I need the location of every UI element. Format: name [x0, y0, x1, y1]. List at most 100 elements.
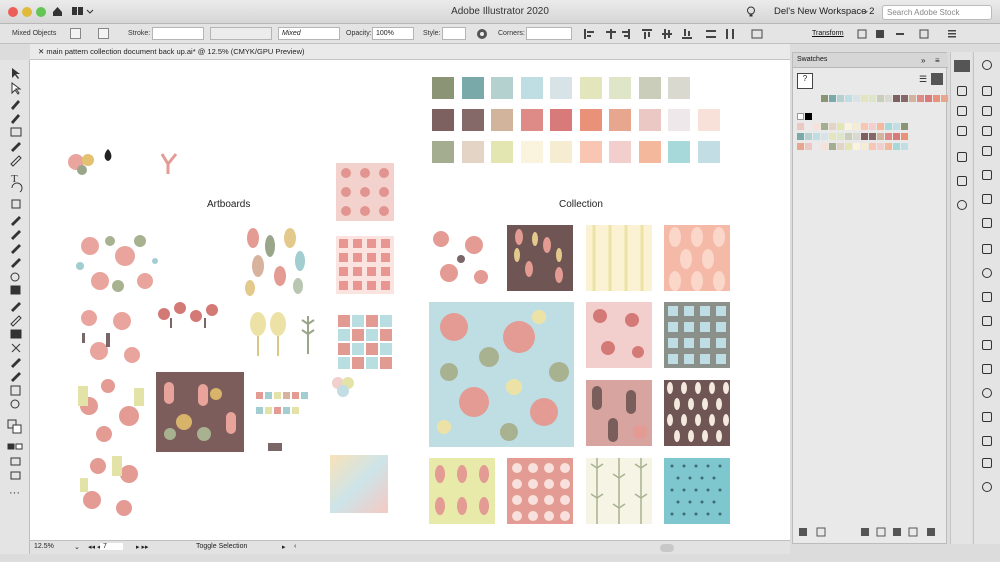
align-icon[interactable]: [982, 170, 992, 180]
libraries-icon[interactable]: [982, 482, 992, 492]
stroke-weight-field[interactable]: [152, 27, 204, 40]
artboard-pattern[interactable]: [336, 236, 394, 294]
artboard-pattern[interactable]: [330, 455, 388, 513]
palette-chip[interactable]: [550, 109, 572, 131]
palette-chip[interactable]: [697, 141, 720, 163]
graphic-style-field[interactable]: [442, 27, 466, 40]
links-chain-icon[interactable]: [982, 458, 992, 468]
palette-chip[interactable]: [520, 141, 543, 163]
palette-chip[interactable]: [668, 77, 690, 99]
lightbulb-icon[interactable]: [746, 6, 756, 18]
transform-icon[interactable]: [982, 126, 992, 136]
swatch[interactable]: [837, 143, 844, 150]
color-themes-icon[interactable]: [982, 436, 992, 446]
palette-chip[interactable]: [609, 141, 631, 163]
swatch[interactable]: [893, 133, 900, 140]
collapse-panel-icon[interactable]: »: [921, 56, 925, 65]
swatch[interactable]: [821, 143, 828, 150]
palette-chip[interactable]: [609, 109, 631, 131]
swatch[interactable]: [853, 143, 860, 150]
align-buttons-icon[interactable]: [582, 28, 792, 40]
artboard-pattern[interactable]: [336, 313, 394, 371]
close-window-button[interactable]: [8, 7, 18, 17]
home-icon[interactable]: [52, 6, 63, 17]
variable-width-field[interactable]: [210, 27, 272, 40]
color-guide-icon[interactable]: [982, 146, 992, 156]
artboard-canvas[interactable]: Artboards Collection: [30, 60, 790, 540]
swatch[interactable]: [845, 143, 852, 150]
motif-flower[interactable]: [66, 146, 98, 178]
swatch[interactable]: [813, 143, 820, 150]
swatch[interactable]: [837, 133, 844, 140]
tool-icons[interactable]: T ···: [0, 64, 30, 534]
swatch[interactable]: [861, 143, 868, 150]
chevron-down-icon[interactable]: ⌄: [74, 543, 80, 551]
swatch[interactable]: [805, 133, 812, 140]
zoom-window-button[interactable]: [36, 7, 46, 17]
swatch[interactable]: [901, 143, 908, 150]
motif-leaf[interactable]: [102, 148, 114, 162]
motif-sprig[interactable]: [156, 150, 182, 176]
opacity-field[interactable]: 100%: [372, 27, 414, 40]
pattern-options-icon[interactable]: [982, 412, 992, 422]
collection-pattern-2[interactable]: [507, 225, 573, 291]
swatch[interactable]: [829, 133, 836, 140]
swatch[interactable]: [885, 95, 892, 102]
motif-circles[interactable]: [330, 373, 356, 399]
palette-chip[interactable]: [550, 141, 572, 163]
swatch[interactable]: [853, 123, 860, 130]
swatch[interactable]: [837, 95, 844, 102]
swatch[interactable]: [837, 123, 844, 130]
swatch[interactable]: [885, 123, 892, 130]
palette-chip[interactable]: [609, 77, 631, 99]
next-artboard-button[interactable]: ▸ ▸▸: [136, 543, 149, 551]
glyphs-icon[interactable]: [982, 316, 992, 326]
paragraph-icon[interactable]: [982, 292, 992, 302]
palette-chip[interactable]: [432, 77, 454, 99]
scrollbar-thumb[interactable]: [660, 544, 674, 552]
swatch[interactable]: [797, 143, 804, 150]
artboard-trees[interactable]: [246, 310, 322, 358]
swatch[interactable]: [933, 95, 940, 102]
swatch[interactable]: [829, 95, 836, 102]
artboard-small-swatches[interactable]: [256, 387, 332, 455]
current-tool-display[interactable]: Toggle Selection: [196, 543, 247, 550]
collection-pattern-11[interactable]: [586, 458, 652, 524]
palette-chip[interactable]: [491, 109, 513, 131]
grid-view-icon[interactable]: [931, 73, 943, 85]
swatch[interactable]: [829, 143, 836, 150]
swatch[interactable]: [901, 133, 908, 140]
swatch[interactable]: [893, 123, 900, 130]
collection-pattern-large[interactable]: [429, 302, 574, 447]
palette-chip[interactable]: [579, 141, 602, 163]
swatch[interactable]: [845, 95, 852, 102]
recolor-artwork-icon[interactable]: [476, 28, 488, 40]
document-tab[interactable]: ✕ main pattern collection document back …: [32, 46, 311, 59]
fill-swatch[interactable]: [70, 28, 81, 39]
swatch[interactable]: [893, 143, 900, 150]
artboard-floral-tall[interactable]: [74, 452, 150, 522]
transform-link[interactable]: Transform: [812, 30, 844, 37]
palette-chip[interactable]: [668, 109, 690, 131]
play-icon[interactable]: ▸: [282, 543, 286, 551]
artboards-icon[interactable]: [957, 126, 967, 136]
artboard-number[interactable]: 7: [100, 543, 123, 550]
collection-pattern-4[interactable]: [664, 225, 730, 291]
pathfinder-icon[interactable]: [982, 194, 992, 204]
collection-pattern-12[interactable]: [664, 458, 730, 524]
palette-chip[interactable]: [461, 109, 484, 131]
brush-definition-field[interactable]: Mixed: [278, 27, 340, 40]
collection-pattern-8[interactable]: [664, 380, 730, 446]
search-adobe-stock-input[interactable]: Search Adobe Stock: [882, 5, 992, 20]
collection-pattern-7[interactable]: [586, 380, 652, 446]
swatch[interactable]: [805, 113, 812, 120]
palette-chip[interactable]: [432, 141, 454, 163]
artboard-floral[interactable]: [74, 303, 146, 373]
opentype-icon[interactable]: [982, 268, 992, 278]
stroke-swatch[interactable]: [98, 28, 109, 39]
fill-stroke-indicator[interactable]: ?: [797, 73, 813, 89]
swatch[interactable]: [909, 95, 916, 102]
swatch[interactable]: [869, 133, 876, 140]
swatch[interactable]: [845, 123, 852, 130]
appearance-icon[interactable]: [957, 200, 967, 210]
